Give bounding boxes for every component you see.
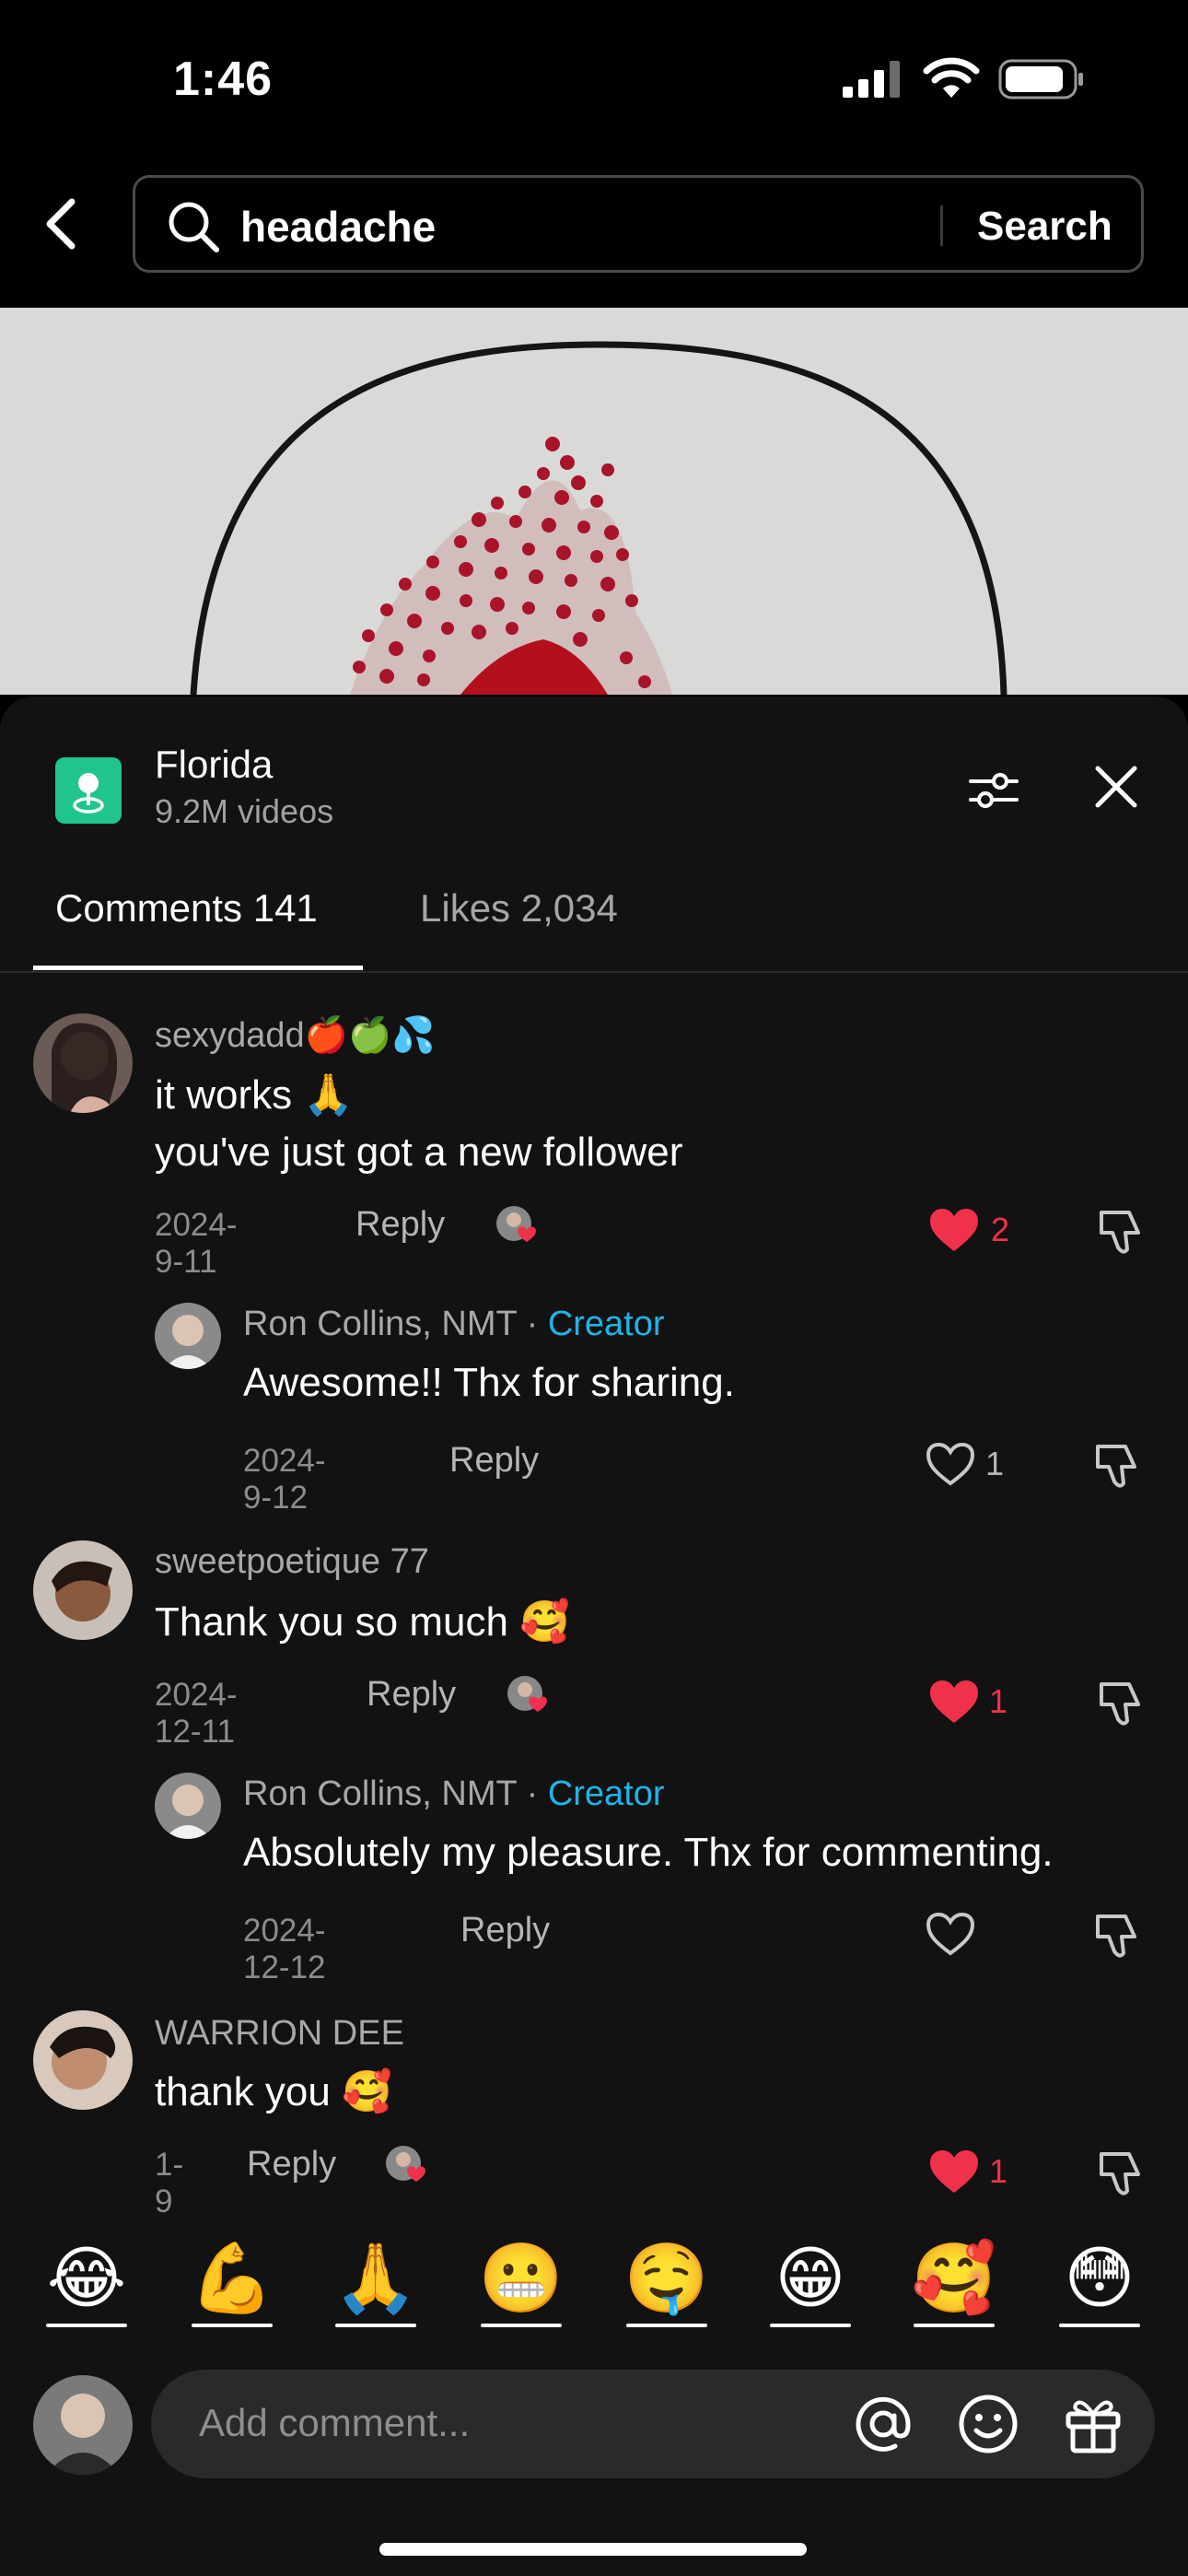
dislike-icon[interactable] bbox=[1096, 1205, 1147, 1257]
status-time: 1:46 bbox=[173, 53, 274, 106]
username-separator: · bbox=[517, 1774, 548, 1813]
video-preview[interactable] bbox=[0, 308, 1188, 695]
chevron-left-icon bbox=[46, 198, 76, 250]
avatar[interactable] bbox=[33, 2010, 133, 2110]
emoji-flex-button[interactable]: 💪 bbox=[188, 2239, 276, 2327]
creator-badge: Creator bbox=[547, 1774, 665, 1813]
reply-button[interactable]: Reply bbox=[367, 1675, 456, 1715]
heart-filled-icon[interactable] bbox=[928, 2149, 980, 2195]
comment-date: 2024-12-12 bbox=[243, 1913, 326, 1985]
comment-username[interactable]: sweetpoetique 77 bbox=[155, 1542, 429, 1582]
reply-author[interactable]: Ron Collins, NMT bbox=[243, 1305, 517, 1343]
creator-liked-icon bbox=[386, 2146, 425, 2182]
active-tab-indicator bbox=[33, 966, 363, 970]
heart-outline-icon[interactable] bbox=[925, 1441, 976, 1487]
emoji-drool-button[interactable]: 🤤 bbox=[623, 2239, 711, 2327]
mention-at-icon[interactable] bbox=[851, 2392, 915, 2456]
comment-input-bar: Add comment... bbox=[0, 2359, 1188, 2576]
reply-button[interactable]: Reply bbox=[449, 1441, 539, 1481]
status-bar: 1:46 bbox=[0, 0, 1188, 157]
heart-filled-icon[interactable] bbox=[928, 1207, 980, 1253]
like-count: 1 bbox=[989, 2152, 1008, 2190]
location-pin-icon bbox=[55, 757, 122, 824]
avatar[interactable] bbox=[33, 1540, 133, 1640]
heart-outline-icon[interactable] bbox=[925, 1911, 976, 1957]
comment-date: 2024-9-12 bbox=[243, 1443, 326, 1516]
comment-date: 2024-9-11 bbox=[155, 1207, 238, 1280]
cellular-signal-icon bbox=[843, 61, 900, 98]
location-video-count: 9.2M videos bbox=[155, 792, 334, 830]
comment-date: 2024-12-11 bbox=[155, 1677, 238, 1750]
dislike-icon[interactable] bbox=[1092, 1909, 1144, 1961]
close-icon[interactable] bbox=[1092, 763, 1140, 811]
comment-username[interactable]: sexydadd🍎🍏💦 bbox=[155, 1015, 436, 1056]
emoji-picker-icon[interactable] bbox=[956, 2392, 1020, 2456]
dislike-icon[interactable] bbox=[1092, 1439, 1144, 1491]
emoji-grimace-button[interactable]: 😬 bbox=[477, 2239, 565, 2327]
avatar[interactable] bbox=[155, 1303, 221, 1369]
reply-button[interactable]: Reply bbox=[247, 2145, 336, 2184]
emoji-grin-button[interactable]: 😁 bbox=[766, 2239, 855, 2327]
dislike-icon[interactable] bbox=[1096, 2147, 1147, 2198]
comment-field[interactable]: Add comment... bbox=[151, 2370, 1155, 2478]
reply-author[interactable]: Ron Collins, NMT bbox=[243, 1774, 517, 1813]
tab-comments[interactable]: Comments 141 bbox=[55, 886, 318, 931]
comment-text: Thank you so much 🥰 bbox=[155, 1599, 570, 1645]
search-divider bbox=[940, 205, 943, 246]
like-count: 1 bbox=[989, 1682, 1008, 1720]
avatar[interactable] bbox=[33, 1013, 133, 1113]
heart-filled-icon[interactable] bbox=[928, 1679, 980, 1725]
comment-username: Ron Collins, NMT · Creator bbox=[243, 1774, 665, 1814]
comment-username: Ron Collins, NMT · Creator bbox=[243, 1305, 665, 1344]
wifi-icon bbox=[923, 57, 980, 98]
comment-text: Awesome!! Thx for sharing. bbox=[243, 1360, 735, 1405]
quick-emoji-bar: 😂 💪 🙏 😬 🤤 😁 🥰 😳 bbox=[0, 2239, 1188, 2331]
tabs-divider bbox=[0, 971, 1188, 973]
creator-liked-icon bbox=[507, 1676, 547, 1712]
emoji-pray-button[interactable]: 🙏 bbox=[332, 2239, 420, 2327]
creator-liked-icon bbox=[496, 1206, 536, 1242]
gift-icon[interactable] bbox=[1061, 2392, 1125, 2456]
battery-icon bbox=[998, 59, 1083, 100]
emoji-hearts-button[interactable]: 🥰 bbox=[910, 2239, 998, 2327]
comment-username[interactable]: WARRION DEE bbox=[155, 2014, 404, 2054]
filter-sliders-icon[interactable] bbox=[967, 763, 1020, 816]
search-query[interactable]: headache bbox=[240, 202, 436, 252]
video-thumbnail-image bbox=[0, 308, 1188, 695]
reply-button[interactable]: Reply bbox=[355, 1205, 445, 1245]
home-indicator bbox=[379, 2543, 807, 2556]
search-icon bbox=[169, 202, 219, 252]
tab-likes[interactable]: Likes 2,034 bbox=[420, 886, 618, 931]
search-button[interactable]: Search bbox=[977, 202, 1112, 252]
dislike-icon[interactable] bbox=[1096, 1677, 1147, 1728]
comment-text: thank you 🥰 bbox=[155, 2069, 392, 2114]
creator-badge: Creator bbox=[547, 1305, 665, 1343]
username-separator: · bbox=[517, 1305, 548, 1343]
comment-placeholder: Add comment... bbox=[199, 2401, 471, 2444]
back-button[interactable] bbox=[35, 192, 87, 256]
comment-text: you've just got a new follower bbox=[155, 1130, 683, 1175]
like-count: 2 bbox=[991, 1211, 1010, 1248]
location-name[interactable]: Florida bbox=[155, 743, 273, 787]
emoji-laughing-button[interactable]: 😂 bbox=[42, 2239, 131, 2327]
comment-date: 1-9 bbox=[155, 2147, 184, 2219]
reply-button[interactable]: Reply bbox=[460, 1911, 550, 1950]
like-count: 1 bbox=[985, 1445, 1005, 1482]
search-input[interactable]: headache Search bbox=[133, 175, 1144, 273]
current-user-avatar[interactable] bbox=[33, 2375, 133, 2475]
emoji-flushed-button[interactable]: 😳 bbox=[1055, 2239, 1144, 2327]
comment-text: it works 🙏 bbox=[155, 1072, 355, 1118]
avatar[interactable] bbox=[155, 1773, 221, 1839]
comment-text: Absolutely my pleasure. Thx for commenti… bbox=[243, 1830, 1054, 1875]
